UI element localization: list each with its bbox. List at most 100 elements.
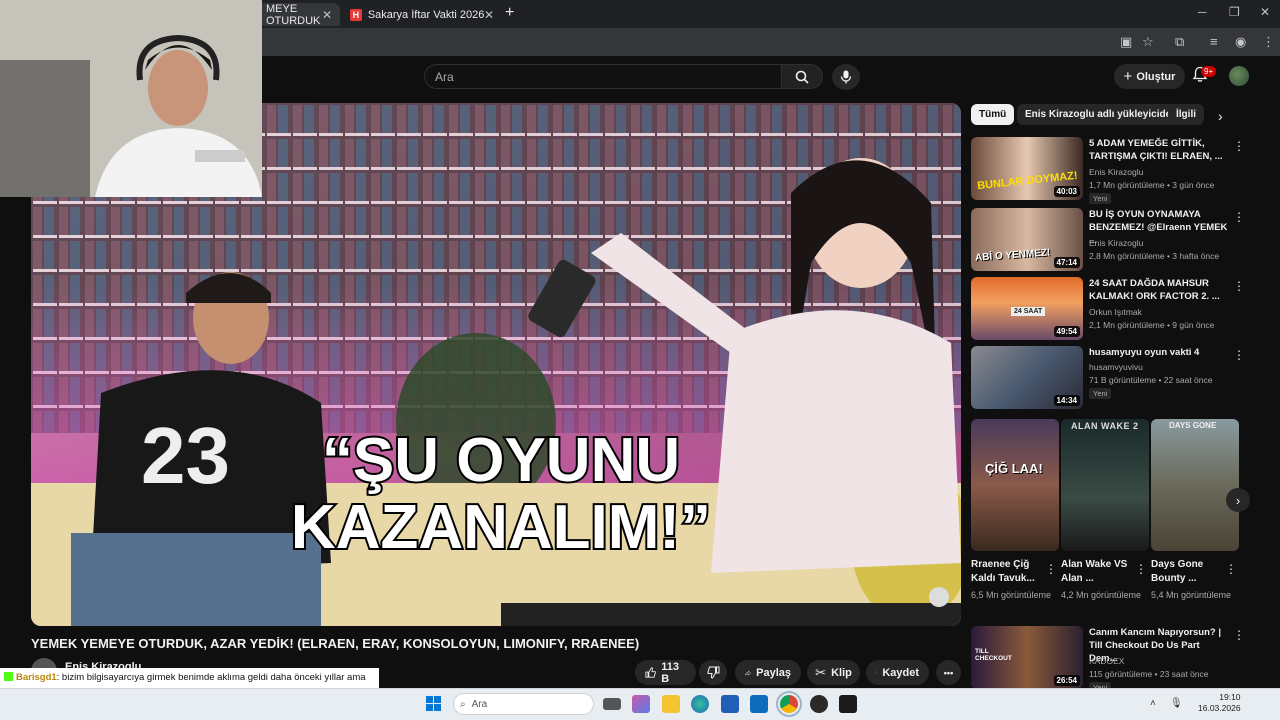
more-options-icon[interactable]: ⋮	[1233, 139, 1245, 153]
epic-games-icon[interactable]	[839, 695, 857, 713]
tray-overflow-chevron-icon[interactable]: ˄	[1150, 698, 1156, 709]
video-overlay-line1: “ŞU OYUNU	[322, 426, 680, 495]
like-button[interactable]: 113 B	[635, 660, 696, 685]
share-label: Paylaş	[756, 666, 791, 679]
video-thumbnail: TILL CHECKOUT 26:54	[971, 626, 1083, 689]
shorts-next-button[interactable]: ›	[1226, 488, 1250, 512]
chip-from-uploader[interactable]: Enis Kirazoglu adlı yükleyiciden	[1017, 104, 1186, 125]
thumbs-up-icon	[645, 667, 656, 678]
voice-search-button[interactable]	[832, 64, 860, 90]
rec-title: 24 SAAT DAĞDA MAHSUR KALMAK! ORK FACTOR …	[1089, 278, 1220, 302]
h-logo-icon: H	[350, 8, 362, 21]
task-view-icon[interactable]	[603, 698, 621, 710]
account-avatar[interactable]	[1229, 66, 1249, 86]
new-badge: Yeni	[1089, 388, 1112, 399]
more-options-icon[interactable]: ⋮	[1233, 279, 1245, 293]
store-icon[interactable]	[721, 695, 739, 713]
reading-list-icon[interactable]: ≡	[1210, 34, 1218, 49]
video-thumbnail: BUNLAR DOYMAZ! 40:03	[971, 137, 1083, 200]
dislike-button[interactable]	[699, 660, 727, 685]
recommendation-item[interactable]: TILL CHECKOUT 26:54 Canım Kancım Napıyor…	[971, 626, 1251, 693]
short-item[interactable]: ÇİĞ LAA! Rraenee Çiğ Kaldı Tavuk... 6,5 …	[971, 419, 1059, 602]
video-duration: 40:03	[1053, 186, 1080, 197]
chat-username: Barisgd1	[16, 672, 57, 683]
rec-meta: 1,7 Mn görüntüleme • 3 gün önce	[1089, 180, 1215, 190]
rec-channel: KADOEX	[1089, 656, 1125, 666]
clip-label: Klip	[831, 666, 852, 679]
outlook-icon[interactable]	[750, 695, 768, 713]
short-views: 5,4 Mn görüntüleme	[1151, 590, 1232, 600]
short-item[interactable]: DAYS GONE Days Gone Bounty ... 5,4 Mn gö…	[1151, 419, 1239, 602]
more-options-icon[interactable]: ⋮	[1225, 562, 1237, 576]
obs-icon[interactable]	[810, 695, 828, 713]
rec-channel: Enis Kirazoglu	[1089, 238, 1144, 248]
clip-button[interactable]: ✂ Klip	[807, 660, 860, 685]
chip-related[interactable]: İlgili	[1168, 104, 1204, 125]
bookmark-icon	[876, 671, 878, 674]
maximize-button[interactable]: ❐	[1229, 5, 1240, 19]
more-options-icon[interactable]: ⋮	[1045, 562, 1057, 576]
recommendation-item[interactable]: 24 SAAT 49:54 24 SAAT DAĞDA MAHSUR KALMA…	[971, 277, 1251, 341]
recommendation-item[interactable]: BUNLAR DOYMAZ! 40:03 5 ADAM YEMEĞE GİTTİ…	[971, 137, 1251, 204]
close-window-button[interactable]: ✕	[1260, 5, 1270, 19]
extensions-icon[interactable]: ⧉	[1175, 34, 1184, 50]
close-tab-icon[interactable]: ✕	[322, 8, 332, 22]
short-title: Rraenee Çiğ Kaldı Tavuk...	[971, 559, 1035, 584]
tab-label: Sakarya İftar Vakti 2026 - Sakar	[367, 8, 484, 21]
short-thumbnail: ALAN WAKE 2	[1061, 419, 1149, 551]
search-input[interactable]: Ara	[424, 64, 781, 89]
svg-text:23: 23	[141, 411, 230, 500]
rec-meta: 115 görüntüleme • 23 saat önce	[1089, 669, 1209, 679]
create-button[interactable]: + Oluştur	[1114, 64, 1185, 89]
cast-icon[interactable]: ▣	[1120, 34, 1132, 50]
short-title: Days Gone Bounty ...	[1151, 559, 1204, 584]
rec-meta: 2,8 Mn görüntüleme • 3 hafta önce	[1089, 251, 1220, 261]
tab-iftar[interactable]: H Sakarya İftar Vakti 2026 - Sakar ✕	[342, 3, 502, 26]
microphone-icon	[840, 70, 852, 84]
widgets-icon[interactable]	[632, 695, 650, 713]
chevron-right-icon: ›	[1235, 492, 1241, 508]
video-thumbnail: ABİ O YENMEZ! 47:14	[971, 208, 1083, 271]
microphone-tray-icon[interactable]: 🎙	[1170, 698, 1183, 709]
clock-date: 16.03.2026	[1198, 703, 1241, 713]
more-options-icon[interactable]: ⋮	[1233, 210, 1245, 224]
short-thumbnail-text: DAYS GONE	[1169, 421, 1217, 430]
chip-all[interactable]: Tümü	[971, 104, 1015, 125]
chrome-icon[interactable]	[776, 691, 802, 717]
chips-next-chevron-icon[interactable]: ›	[1218, 108, 1223, 124]
tab-label: MEYE OTURDUK	[266, 2, 321, 27]
short-item[interactable]: ALAN WAKE 2 Alan Wake VS Alan ... 4,2 Mn…	[1061, 419, 1149, 602]
taskbar-search[interactable]: ⌕ Ara	[453, 693, 594, 715]
video-duration: 47:14	[1053, 257, 1080, 268]
kick-logo-icon	[4, 672, 13, 681]
close-tab-icon[interactable]: ✕	[484, 8, 494, 22]
short-thumbnail-text: ÇİĞ LAA!	[985, 461, 1043, 476]
more-actions-button[interactable]: •••	[936, 660, 961, 685]
like-count: 113 B	[661, 660, 679, 685]
tab-youtube[interactable]: MEYE OTURDUK ✕	[258, 2, 340, 27]
rec-title: 5 ADAM YEMEĞE GİTTİK, TARTIŞMA ÇIKTI! EL…	[1089, 138, 1223, 162]
share-button[interactable]: Paylaş	[735, 660, 801, 685]
windows-start-icon[interactable]	[426, 696, 441, 711]
more-options-icon[interactable]: ⋮	[1135, 562, 1147, 576]
new-tab-button[interactable]: +	[505, 4, 514, 22]
taskbar-clock[interactable]: 19:10 16.03.2026	[1198, 692, 1241, 714]
rec-channel: Orkun Işıtmak	[1089, 307, 1142, 317]
recommendation-item[interactable]: 14:34 husamyuyu oyun vakti 4 husamvyuviv…	[971, 346, 1251, 410]
rec-channel: husamvyuvivu	[1089, 362, 1143, 372]
save-button[interactable]: Kaydet	[866, 660, 929, 685]
search-icon: ⌕	[460, 698, 466, 710]
profile-icon[interactable]: ◉	[1235, 34, 1246, 50]
minimize-button[interactable]: ─	[1198, 5, 1207, 19]
video-thumbnail: 14:34	[971, 346, 1083, 409]
edge-browser-icon[interactable]	[691, 695, 709, 713]
browser-menu-icon[interactable]: ⋮	[1262, 34, 1275, 50]
more-options-icon[interactable]: ⋮	[1233, 348, 1245, 362]
more-options-icon[interactable]: ⋮	[1233, 628, 1245, 642]
video-overlay-line2: KAZANALIM!”	[291, 493, 711, 562]
bookmark-star-icon[interactable]: ☆	[1142, 34, 1154, 50]
search-button[interactable]	[781, 64, 823, 89]
thumbnail-text: ABİ O YENMEZ!	[974, 247, 1051, 264]
file-explorer-icon[interactable]	[662, 695, 680, 713]
recommendation-item[interactable]: ABİ O YENMEZ! 47:14 BU İŞ OYUN OYNAMAYA …	[971, 208, 1251, 272]
